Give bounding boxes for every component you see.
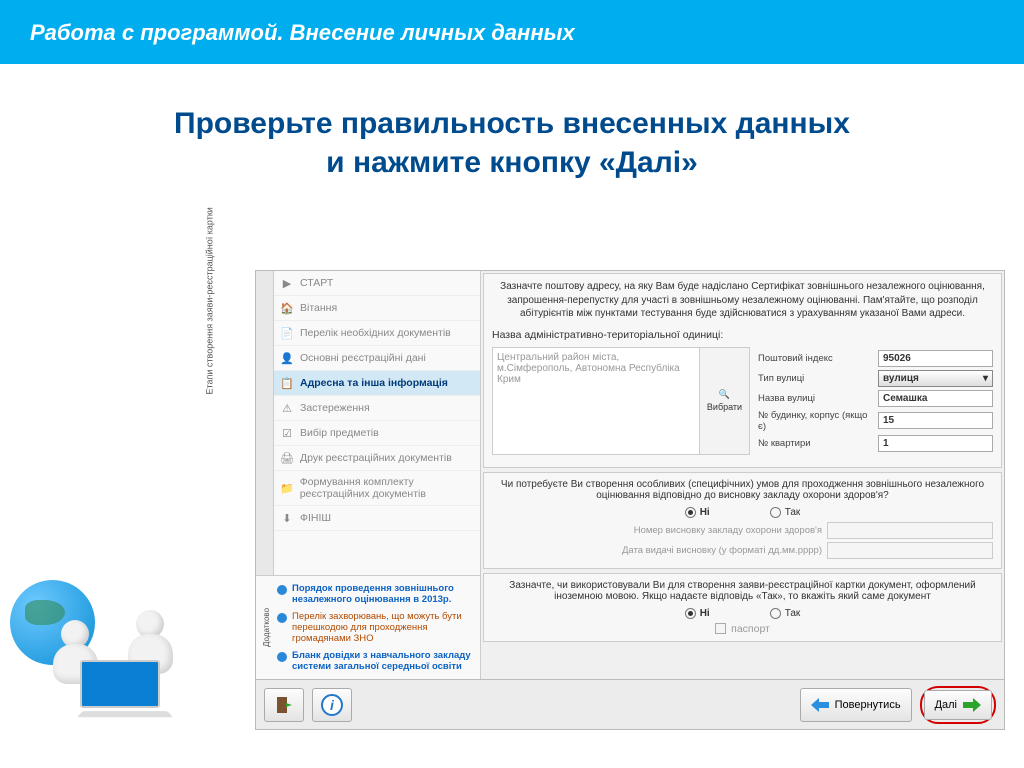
address-panel: Зазначте поштову адресу, на яку Вам буде… bbox=[483, 273, 1002, 468]
step-regdata[interactable]: 👤Основні реєстраційні дані bbox=[274, 346, 480, 371]
step-print[interactable]: 🖨Друк реєстраційних документів bbox=[274, 446, 480, 471]
instruction-text: Зазначте поштову адресу, на яку Вам буде… bbox=[492, 280, 993, 321]
link-diseases[interactable]: Перелік захворювань, що можуть бути пере… bbox=[276, 608, 474, 647]
slide-heading: Проверьте правильность внесенных данных … bbox=[30, 104, 994, 182]
q1-no[interactable]: Ні bbox=[685, 507, 710, 518]
sidebar-vertical-title: Етапи створення заяви-реєстраційної карт… bbox=[256, 271, 274, 575]
q2-text: Зазначте, чи використовували Ви для ство… bbox=[492, 580, 993, 602]
sidebar-links: Додатково Порядок проведення зовнішнього… bbox=[256, 575, 480, 679]
sttype-select[interactable]: вулиця▾ bbox=[878, 370, 993, 387]
arrow-left-icon bbox=[811, 698, 829, 712]
arrow-right-icon bbox=[963, 698, 981, 712]
step-address[interactable]: 📋Адресна та інша інформація bbox=[274, 371, 480, 396]
q1-sub1-input bbox=[827, 522, 993, 539]
step-package[interactable]: 📁Формування комплекту реєстраційних доку… bbox=[274, 471, 480, 506]
globe-icon bbox=[276, 651, 288, 663]
next-button[interactable]: Далі bbox=[924, 690, 992, 720]
q1-sub1-label: Номер висновку закладу охорони здоров'я bbox=[612, 525, 822, 536]
addr-select-button[interactable]: 🔍 Вибрати bbox=[700, 347, 750, 455]
q1-sub2-input bbox=[827, 542, 993, 559]
step-welcome[interactable]: 🏠Вітання bbox=[274, 296, 480, 321]
play-icon: ▶ bbox=[280, 276, 294, 290]
stname-input[interactable]: Семашка bbox=[878, 390, 993, 407]
doc-icon: 📄 bbox=[280, 326, 294, 340]
exit-button[interactable] bbox=[264, 688, 304, 722]
next-button-highlight: Далі bbox=[920, 686, 996, 724]
chevron-down-icon: ▾ bbox=[983, 373, 988, 384]
print-icon: 🖨 bbox=[280, 451, 294, 465]
foreign-doc-panel: Зазначте, чи використовували Ви для ство… bbox=[483, 573, 1002, 642]
heading-line1: Проверьте правильность внесенных данных bbox=[30, 104, 994, 143]
q2-no[interactable]: Ні bbox=[685, 608, 710, 619]
zip-input[interactable]: 95026 bbox=[878, 350, 993, 367]
passport-checkbox bbox=[715, 623, 726, 634]
passport-label: паспорт bbox=[731, 623, 770, 635]
check-icon: ☑ bbox=[280, 426, 294, 440]
main-content: Зазначте поштову адресу, на яку Вам буде… bbox=[481, 271, 1004, 679]
home-icon: 🏠 bbox=[280, 301, 294, 315]
steps-list: ▶СТАРТ 🏠Вітання 📄Перелік необхідних доку… bbox=[274, 271, 480, 575]
folder-icon: 📁 bbox=[280, 481, 294, 495]
step-docs[interactable]: 📄Перелік необхідних документів bbox=[274, 321, 480, 346]
apt-input[interactable]: 1 bbox=[878, 435, 993, 452]
step-warning[interactable]: ⚠Застереження bbox=[274, 396, 480, 421]
apt-label: № квартири bbox=[758, 438, 873, 449]
links-vertical-title: Додатково bbox=[262, 580, 276, 675]
step-subjects[interactable]: ☑Вибір предметів bbox=[274, 421, 480, 446]
q1-sub2-label: Дата видачі висновку (у форматі дд.мм.рр… bbox=[612, 545, 822, 556]
link-order[interactable]: Порядок проведення зовнішнього незалежно… bbox=[276, 580, 474, 608]
house-input[interactable]: 15 bbox=[878, 412, 993, 429]
sttype-label: Тип вулиці bbox=[758, 373, 873, 384]
zip-label: Поштовий індекс bbox=[758, 353, 873, 364]
info-icon: i bbox=[321, 694, 343, 716]
door-exit-icon bbox=[274, 695, 294, 715]
finish-icon: ⬇ bbox=[280, 511, 294, 525]
globe-icon bbox=[276, 612, 288, 624]
addr-unit-value: Центральний район міста, м.Сімферополь, … bbox=[492, 347, 700, 455]
addr-unit-box: Центральний район міста, м.Сімферополь, … bbox=[492, 347, 750, 455]
house-label: № будинку, корпус (якщо є) bbox=[758, 410, 873, 432]
addr-unit-label: Назва адміністративно-територіальної оди… bbox=[492, 329, 993, 341]
q1-text: Чи потребуєте Ви створення особливих (сп… bbox=[492, 479, 993, 501]
step-start[interactable]: ▶СТАРТ bbox=[274, 271, 480, 296]
application-window: Етапи створення заяви-реєстраційної карт… bbox=[255, 270, 1005, 730]
link-blank[interactable]: Бланк довідки з навчального закладу сист… bbox=[276, 647, 474, 675]
decorative-illustration bbox=[10, 550, 230, 720]
special-conditions-panel: Чи потребуєте Ви створення особливих (сп… bbox=[483, 472, 1002, 569]
user-icon: 👤 bbox=[280, 351, 294, 365]
radio-icon bbox=[685, 507, 696, 518]
q1-yes[interactable]: Так bbox=[770, 507, 801, 518]
globe-icon bbox=[276, 584, 288, 596]
info-button[interactable]: i bbox=[312, 688, 352, 722]
step-finish[interactable]: ⬇ФІНІШ bbox=[274, 506, 480, 531]
radio-icon bbox=[685, 608, 696, 619]
search-icon: 🔍 bbox=[719, 389, 730, 400]
sidebar: Етапи створення заяви-реєстраційної карт… bbox=[256, 271, 481, 679]
laptop-icon bbox=[80, 660, 170, 720]
address-fields: Поштовий індекс 95026 Тип вулиці вулиця▾ Н… bbox=[758, 347, 993, 455]
radio-icon bbox=[770, 608, 781, 619]
warning-icon: ⚠ bbox=[280, 401, 294, 415]
back-button[interactable]: Повернутись bbox=[800, 688, 912, 722]
info-icon: 📋 bbox=[280, 376, 294, 390]
radio-icon bbox=[770, 507, 781, 518]
slide-banner: Работа с программой. Внесение личных дан… bbox=[0, 0, 1024, 64]
q2-yes[interactable]: Так bbox=[770, 608, 801, 619]
stname-label: Назва вулиці bbox=[758, 393, 873, 404]
heading-line2: и нажмите кнопку «Далі» bbox=[30, 143, 994, 182]
bottom-toolbar: i Повернутись Далі bbox=[256, 679, 1004, 729]
